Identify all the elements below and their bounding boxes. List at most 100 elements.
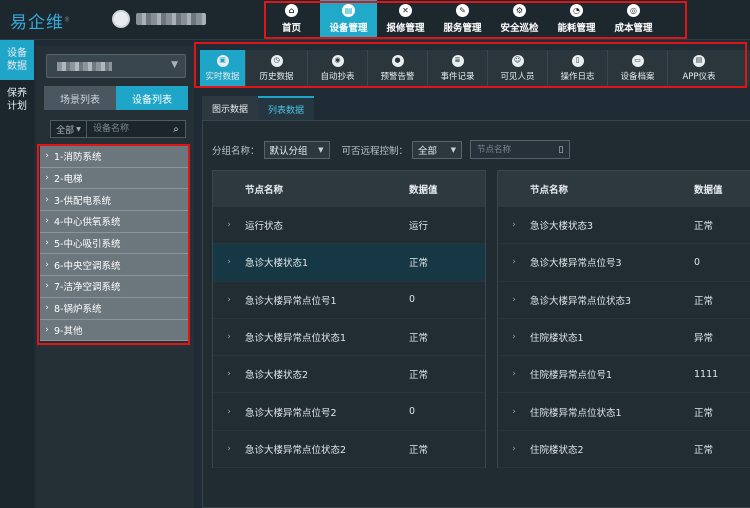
system-item-boiler[interactable]: › 8-锅炉系统 xyxy=(40,297,188,320)
system-item-clean-ac[interactable]: › 7-洁净空调系统 xyxy=(40,276,188,298)
table-row[interactable]: › 住院楼异常点位号1 1111 xyxy=(498,356,750,394)
table-row[interactable]: › 急诊大楼异常点位号3 0 xyxy=(498,244,750,282)
system-item-power[interactable]: › 3-供配电系统 xyxy=(40,189,188,212)
topnav-label: 服务管理 xyxy=(443,23,482,34)
device-filter-select[interactable]: 全部 ▼ xyxy=(51,121,87,137)
vtab-maintenance-plan[interactable]: 保养 计划 xyxy=(0,80,34,120)
chevron-down-icon: ▼ xyxy=(76,125,81,133)
system-item-label: 7-洁净空调系统 xyxy=(54,282,121,294)
search-icon[interactable]: ⌕ xyxy=(167,121,185,137)
table-row[interactable]: › 运行状态 运行 xyxy=(213,207,485,245)
tool-auto-meter[interactable]: ◉ 自动抄表 xyxy=(308,50,368,86)
topnav-item-home[interactable]: ⌂ 首页 xyxy=(263,0,320,38)
topnav-label: 能耗管理 xyxy=(557,23,596,34)
node-name: 急诊大楼异常点位状态1 xyxy=(245,333,347,345)
node-name: 住院楼状态1 xyxy=(530,333,584,345)
table-row[interactable]: › 急诊大楼异常点位状态2 正常 xyxy=(213,431,485,469)
node-name: 急诊大楼异常点位号1 xyxy=(245,295,337,307)
table-row[interactable]: › 急诊大楼状态3 正常 xyxy=(498,207,750,245)
top-nav: ⌂ 首页 ▤ 设备管理 ✕ 报修管理 ✎ 服务管理 ⚙ 安全巡检 ◔ 能耗管理 xyxy=(263,0,662,40)
tool-alarm[interactable]: ● 预警告警 xyxy=(368,50,428,86)
tool-event-log[interactable]: ≣ 事件记录 xyxy=(428,50,488,86)
topnav-item-service-management[interactable]: ✎ 服务管理 xyxy=(434,0,491,38)
tool-label: 预警告警 xyxy=(380,71,415,82)
topnav-item-energy-management[interactable]: ◔ 能耗管理 xyxy=(548,0,605,38)
node-value: 正常 xyxy=(694,444,714,456)
table-row[interactable]: › 住院楼状态1 异常 xyxy=(498,319,750,357)
topnav-item-device-management[interactable]: ▤ 设备管理 xyxy=(320,0,377,38)
tab-list-data[interactable]: 列表数据 xyxy=(258,96,315,120)
log-icon: ▯ xyxy=(571,54,584,67)
node-value: 正常 xyxy=(409,444,429,456)
tool-history-data[interactable]: ◷ 历史数据 xyxy=(246,50,308,86)
vtab-device-data[interactable]: 设备 数据 xyxy=(0,40,34,80)
system-item-central-ac[interactable]: › 6-中央空调系统 xyxy=(40,254,188,277)
tool-app-dashboard[interactable]: ▤ APP仪表 xyxy=(668,50,730,86)
chevron-down-icon: ▼ xyxy=(450,146,457,154)
topnav-label: 首页 xyxy=(281,23,301,34)
tab-graphic-data[interactable]: 图示数据 xyxy=(202,96,259,120)
alarm-icon: ● xyxy=(391,54,404,67)
node-value: 正常 xyxy=(694,295,714,307)
remote-control-select[interactable]: 全部 ▼ xyxy=(412,141,463,159)
document-icon[interactable]: ▯ xyxy=(553,141,569,158)
project-select[interactable]: ▼ xyxy=(46,54,186,78)
chevron-right-icon: › xyxy=(45,324,49,335)
chevron-right-icon: › xyxy=(45,151,49,162)
table-header: 节点名称 数据值 xyxy=(498,171,750,207)
topnav-label: 设备管理 xyxy=(329,23,368,34)
tool-realtime-data[interactable]: ▣ 实时数据 xyxy=(200,50,246,86)
table-header: 节点名称 数据值 xyxy=(213,171,485,207)
chevron-right-icon: › xyxy=(512,369,516,380)
tool-visible-personnel[interactable]: ☺ 可见人员 xyxy=(488,50,548,86)
table-row[interactable]: › 急诊大楼异常点位号1 0 xyxy=(213,282,485,319)
node-name: 急诊大楼状态1 xyxy=(245,258,309,270)
node-table-left: 节点名称 数据值 › 运行状态 运行 › 急诊大楼状态1 正常 › 急诊大楼异常点位号1 0… xyxy=(212,170,486,469)
chevron-right-icon: › xyxy=(512,220,516,231)
topnav-item-cost-management[interactable]: ◎ 成本管理 xyxy=(605,0,662,38)
tab-device-list[interactable]: 设备列表 xyxy=(116,86,188,110)
table-row[interactable]: › 住院楼异常点位状态1 正常 xyxy=(498,393,750,431)
topnav-item-repair-management[interactable]: ✕ 报修管理 xyxy=(377,0,434,38)
system-item-fire[interactable]: › 1-消防系统 xyxy=(40,146,188,168)
chevron-right-icon: › xyxy=(227,220,231,231)
system-item-suction[interactable]: › 5-中心吸引系统 xyxy=(40,232,188,255)
table-row[interactable]: › 急诊大楼状态1 正常 xyxy=(213,244,485,282)
tab-scene-list[interactable]: 场景列表 xyxy=(44,86,116,110)
table-row[interactable]: › 住院楼状态2 正常 xyxy=(498,431,750,469)
chevron-right-icon: › xyxy=(512,257,516,268)
tool-operation-log[interactable]: ▯ 操作日志 xyxy=(548,50,608,86)
chevron-down-icon: ▼ xyxy=(318,146,324,154)
left-panel-tabs: 场景列表 设备列表 xyxy=(44,86,188,110)
table-row[interactable]: › 急诊大楼异常点位状态1 正常 xyxy=(213,319,485,357)
history-icon: ◷ xyxy=(270,54,283,67)
group-select[interactable]: 默认分组 ▼ xyxy=(263,141,330,159)
tool-label: 事件记录 xyxy=(440,71,475,82)
device-search-input[interactable] xyxy=(87,121,167,137)
node-value: 运行 xyxy=(409,221,429,233)
node-value: 正常 xyxy=(409,258,429,270)
app-logo[interactable]: 易企维® xyxy=(10,8,71,33)
table-row[interactable]: › 急诊大楼异常点位号2 0 xyxy=(213,393,485,431)
energy-icon: ◔ xyxy=(570,4,583,17)
node-value: 0 xyxy=(409,294,416,306)
system-item-oxygen[interactable]: › 4-中心供氧系统 xyxy=(40,211,188,233)
chevron-right-icon: › xyxy=(227,294,231,305)
home-icon: ⌂ xyxy=(285,4,298,17)
person-icon: ☺ xyxy=(511,54,524,67)
archive-icon: ▭ xyxy=(631,54,644,67)
node-table-right: 节点名称 数据值 › 急诊大楼状态3 正常 › 急诊大楼异常点位号3 0 › 急诊大楼异常… xyxy=(497,170,750,469)
tool-device-archive[interactable]: ▭ 设备档案 xyxy=(608,50,668,86)
system-item-elevator[interactable]: › 2-电梯 xyxy=(40,167,188,190)
node-search-input[interactable] xyxy=(471,141,553,158)
table-row[interactable]: › 急诊大楼异常点位状态3 正常 xyxy=(498,282,750,319)
topnav-label: 安全巡检 xyxy=(500,23,539,34)
system-item-other[interactable]: › 9-其他 xyxy=(40,319,188,342)
system-item-label: 3-供配电系统 xyxy=(54,195,111,207)
chevron-right-icon: › xyxy=(227,257,231,268)
chevron-down-icon: ▼ xyxy=(171,60,178,70)
user-avatar[interactable] xyxy=(112,10,130,28)
table-row[interactable]: › 急诊大楼状态2 正常 xyxy=(213,356,485,394)
user-name-blurred[interactable] xyxy=(136,13,206,25)
topnav-item-safety-inspection[interactable]: ⚙ 安全巡检 xyxy=(491,0,548,38)
